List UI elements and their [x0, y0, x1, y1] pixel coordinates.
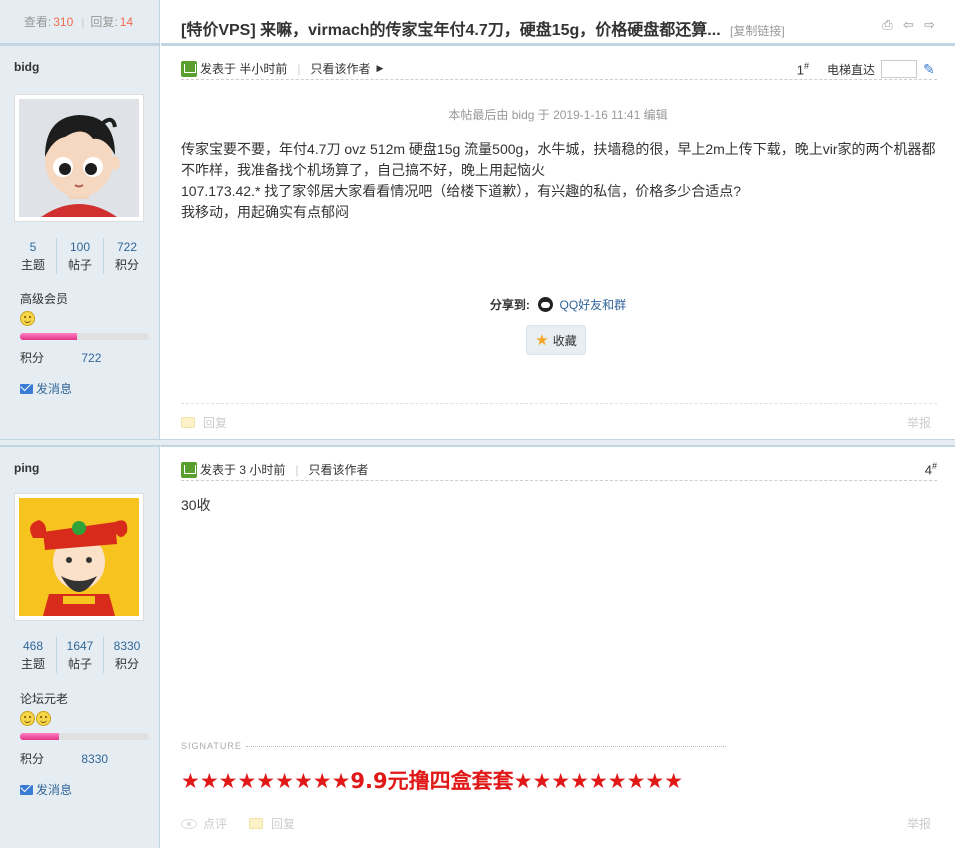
send-message-label: 发消息: [36, 382, 73, 396]
replies-label: 回复:: [90, 15, 118, 29]
reply-icon[interactable]: [181, 417, 195, 428]
report-link[interactable]: 举报: [907, 815, 931, 832]
post-actions: 回复 举报: [181, 414, 931, 431]
edit-notice: 本帖最后由 bidg 于 2019-1-16 11:41 编辑: [448, 108, 668, 122]
rank-icons: [20, 711, 52, 729]
content-line: 30收: [181, 497, 211, 513]
smiley-icon: [36, 711, 51, 726]
post-2-body: 发表于 3 小时前 | 只看该作者 4# 30收 SIGNATURE ★★★★★…: [161, 446, 955, 848]
user-rank[interactable]: 论坛元老: [20, 690, 68, 707]
thread-stats: 查看: 310 | 回复: 14: [0, 0, 160, 46]
only-author-link[interactable]: 只看该作者: [308, 461, 368, 478]
points-value: 722: [81, 351, 102, 365]
smiley-icon: [20, 311, 35, 326]
points-label: 积分: [20, 351, 45, 365]
post-icon: [181, 461, 197, 478]
share-qq-link[interactable]: QQ好友和群: [560, 298, 627, 312]
report-link[interactable]: 举报: [907, 414, 931, 431]
user-rank[interactable]: 高级会员: [20, 290, 68, 307]
copy-link[interactable]: [复制链接]: [730, 24, 785, 38]
stat-points[interactable]: 8330 积分: [104, 637, 150, 673]
rank-progress: [20, 733, 149, 740]
thread-title: [特价VPS] 来嘛，virmach的传家宝年付4.7刀，硬盘15g，价格硬盘都…: [181, 22, 721, 39]
reply-icon[interactable]: [249, 818, 264, 829]
thread-header: 查看: 310 | 回复: 14 [特价VPS] 来嘛，virmach的传家宝年…: [0, 0, 955, 46]
author-name[interactable]: bidg: [14, 60, 39, 74]
only-author-link[interactable]: 只看该作者: [310, 60, 370, 77]
favorite-button[interactable]: ★ 收藏: [526, 325, 586, 355]
author-name[interactable]: ping: [14, 461, 39, 475]
post-1-author-panel: bidg 5 主题 100 帖子 722 积分 高级会员 积分 722 发消息: [0, 46, 160, 442]
author-stats: 5 主题 100 帖子 722 积分: [10, 238, 150, 274]
signature-text[interactable]: ★★★★★★★★★9.9元撸四盒套套★★★★★★★★★: [181, 765, 683, 795]
post-footer-divider: [181, 403, 937, 404]
pen-icon[interactable]: ✎: [923, 62, 937, 76]
elevator-label: 电梯直达: [826, 62, 875, 77]
rank-icons: [20, 311, 36, 329]
stat-threads[interactable]: 468 主题: [10, 637, 57, 673]
stat-points[interactable]: 722 积分: [104, 238, 150, 274]
post-actions: 点评 回复 举报: [181, 815, 931, 832]
post-content: 30收: [181, 495, 937, 516]
rank-progress: [20, 333, 149, 340]
next-thread-icon[interactable]: ⇨: [922, 18, 937, 32]
rank-progress-fill: [20, 733, 59, 740]
post-content: 传家宝要不要，年付4.7刀 ovz 512m 硬盘15g 流量500g，水牛城，…: [181, 139, 937, 223]
eye-icon[interactable]: [181, 818, 197, 829]
content-line: 传家宝要不要，年付4.7刀 ovz 512m 硬盘15g 流量500g，水牛城，…: [181, 141, 936, 178]
forum-thread-page: 查看: 310 | 回复: 14 [特价VPS] 来嘛，virmach的传家宝年…: [0, 0, 955, 848]
stat-posts[interactable]: 1647 帖子: [57, 637, 104, 673]
reply-link[interactable]: 回复: [203, 414, 227, 431]
stat-posts[interactable]: 100 帖子: [57, 238, 104, 274]
favorite-label: 收藏: [552, 333, 577, 348]
smiley-icon: [20, 711, 35, 726]
thread-tools: ⎙ ⇦ ⇨: [880, 18, 937, 32]
floor-area: 4#: [925, 461, 937, 477]
content-line: 107.173.42.* 找了家邻居大家看看情况吧（给楼下道歉），有兴趣的私信，…: [181, 183, 742, 199]
share-bar: 分享到: QQ好友和群: [161, 296, 955, 313]
content-line: 我移动，用起确实有点郁闷: [181, 204, 349, 220]
share-label: 分享到:: [489, 298, 530, 312]
thread-title-bar: [特价VPS] 来嘛，virmach的传家宝年付4.7刀，硬盘15g，价格硬盘都…: [161, 0, 955, 46]
signature-label: SIGNATURE: [181, 741, 726, 751]
post-2-author-panel: ping 468 主题 1647 帖子 8330 积分 论坛元老 积分 8330…: [0, 446, 160, 848]
avatar[interactable]: [14, 94, 144, 222]
post-divider: [0, 439, 955, 446]
post-1-body: 发表于 半小时前 | 只看该作者 ▶ 1# 电梯直达 ✎ 本帖最后由 bidg …: [161, 46, 955, 442]
floor-number[interactable]: 1#: [797, 61, 809, 77]
post-time: 发表于 3 小时前: [200, 463, 286, 477]
mail-icon: [20, 784, 33, 795]
elevator-input[interactable]: [881, 60, 917, 78]
prev-thread-icon[interactable]: ⇦: [901, 18, 916, 32]
avatar[interactable]: [14, 493, 144, 621]
caret-right-icon[interactable]: ▶: [376, 63, 383, 74]
replies-count: 14: [119, 14, 134, 29]
points-row: 积分 722: [20, 349, 101, 366]
rank-progress-fill: [20, 333, 77, 340]
reply-link[interactable]: 回复: [271, 815, 295, 832]
star-icon: ★: [535, 332, 549, 349]
floor-area: 1# 电梯直达 ✎: [797, 60, 937, 78]
points-label: 积分: [20, 752, 45, 766]
mail-icon: [20, 383, 33, 394]
points-value: 8330: [81, 752, 109, 766]
views-count: 310: [53, 14, 74, 29]
send-message-label: 发消息: [36, 783, 73, 797]
avatar-god-of-wealth: [19, 498, 139, 616]
points-row: 积分 8330: [20, 750, 108, 767]
rate-link[interactable]: 点评: [203, 815, 227, 832]
floor-number[interactable]: 4#: [925, 461, 937, 477]
post-time: 发表于 半小时前: [200, 62, 288, 76]
post-meta: 发表于 3 小时前 | 只看该作者 4#: [181, 459, 937, 481]
views-label: 查看:: [23, 15, 52, 29]
author-stats: 468 主题 1647 帖子 8330 积分: [10, 637, 150, 673]
send-message-link[interactable]: 发消息: [20, 781, 72, 798]
post-icon: [181, 60, 197, 77]
avatar-cartoon-boy: [19, 99, 139, 217]
send-message-link[interactable]: 发消息: [20, 380, 72, 397]
print-icon[interactable]: ⎙: [880, 18, 895, 32]
qq-icon[interactable]: [538, 297, 554, 312]
post-meta: 发表于 半小时前 | 只看该作者 ▶ 1# 电梯直达 ✎: [181, 58, 937, 80]
stat-threads[interactable]: 5 主题: [10, 238, 57, 274]
